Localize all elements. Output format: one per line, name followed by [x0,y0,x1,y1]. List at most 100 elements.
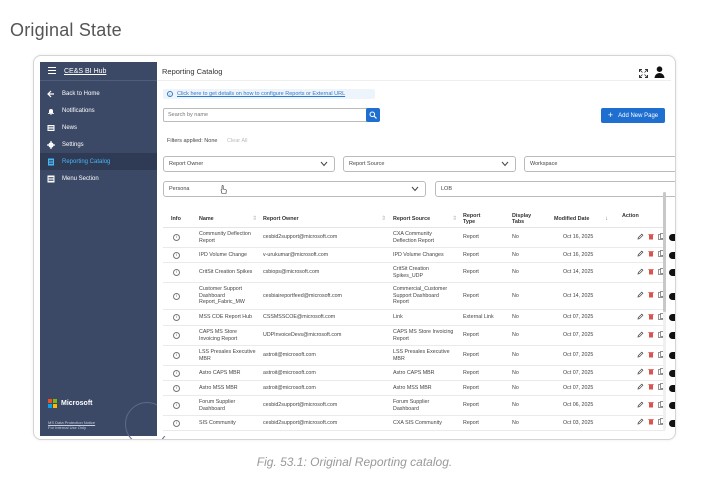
cell-owner: csbiops@microsoft.com [263,269,320,276]
col-header-owner[interactable]: Report Owner [263,210,299,228]
sidebar-app-title[interactable]: CE&S BI Hub [64,68,106,75]
figure-caption: Fig. 53.1: Original Reporting catalog. [256,455,453,469]
delete-icon[interactable] [648,233,654,243]
cell-modified: Oct 14, 2025 [563,269,594,276]
row-actions [637,312,675,323]
edit-icon[interactable] [637,401,644,411]
table-row[interactable]: i Astro MSS MBR astroit@microsoft.com Astro… [163,381,675,396]
edit-icon[interactable] [637,331,644,341]
info-icon[interactable]: i [173,332,180,339]
cell-tabs: No [512,292,519,299]
sidebar-item-menu-section[interactable]: Menu Section [40,170,157,187]
delete-icon[interactable] [648,268,654,278]
delete-icon[interactable] [648,313,654,323]
info-icon[interactable]: i [173,402,180,409]
col-header-info-label: Info [171,216,181,222]
delete-icon[interactable] [648,291,654,301]
col-header-type[interactable]: Report Type [463,210,489,228]
table-row[interactable]: i IPD Volume Change v-urukumar@microsoft.c… [163,248,675,263]
info-icon[interactable]: i [173,292,180,300]
info-icon[interactable]: i [173,269,180,276]
info-icon[interactable]: i [173,369,180,377]
sidebar-item-notifications[interactable]: Notifications [40,102,157,119]
edit-icon[interactable] [637,250,644,260]
info-icon[interactable]: i [173,384,180,392]
info-icon[interactable]: i [173,234,180,241]
col-header-source[interactable]: Report Source [393,210,430,228]
sidebar-item-label: Settings [62,141,84,148]
visibility-toggle[interactable] [669,369,675,377]
visibility-toggle[interactable] [669,402,675,409]
table-row[interactable]: i CritSit Creation Spikes csbiops@microsof… [163,263,675,283]
col-header-tabs-label: Display Tabs [512,213,532,225]
expand-icon[interactable] [639,65,648,83]
cell-source: CXA Community Deflection Report [393,231,434,244]
info-icon[interactable]: i [173,352,180,359]
vertical-scrollbar[interactable] [663,192,666,430]
visibility-toggle[interactable] [669,419,675,427]
report-owner-dropdown[interactable]: Report Owner [163,156,335,172]
delete-icon[interactable] [648,418,654,428]
col-header-name[interactable]: Name [199,210,214,228]
delete-icon[interactable] [648,401,654,411]
sidebar-item-back-to-home[interactable]: Back to Home [40,85,157,102]
row-actions [637,232,675,243]
table-row[interactable]: i Astro CAPS MBR astroit@microsoft.com Astr… [163,366,675,381]
info-icon[interactable]: i [173,251,180,259]
delete-icon[interactable] [648,250,654,260]
delete-icon[interactable] [648,383,654,393]
clear-all-link[interactable]: Clear All [227,138,247,144]
add-new-page-button[interactable]: + Add New Page [601,108,665,123]
visibility-toggle[interactable] [669,384,675,392]
table-row[interactable]: i MSS COE Report Hub CSSMSSCOE@microsoft.c… [163,310,675,326]
edit-icon[interactable] [637,351,644,361]
info-icon[interactable]: i [173,314,180,321]
info-icon[interactable]: i [173,419,180,427]
table-row[interactable]: i Customer Support Dashboard Report_Fabri… [163,283,675,310]
table-row[interactable]: i Community Deflection Report cesbid2suppo… [163,228,675,248]
cell-type: External Link [463,314,494,321]
visibility-toggle[interactable] [669,234,675,241]
edit-icon[interactable] [637,368,644,378]
cell-owner: CSSMSSCOE@microsoft.com [263,314,336,321]
edit-icon[interactable] [637,383,644,393]
search-input[interactable]: Search by name [163,108,374,122]
visibility-toggle[interactable] [669,269,675,276]
configure-help-link[interactable]: Click here to get details on how to conf… [177,91,345,97]
table-row[interactable]: i SIS Community cesbid2support@microsoft.c… [163,416,675,431]
visibility-toggle[interactable] [669,251,675,259]
cell-name: MSS COE Report Hub [199,314,252,321]
delete-icon[interactable] [648,331,654,341]
col-header-modified[interactable]: Modified Date [554,210,589,228]
user-icon[interactable] [654,65,665,83]
visibility-toggle[interactable] [669,352,675,359]
delete-icon[interactable] [648,368,654,378]
edit-icon[interactable] [637,233,644,243]
workspace-dropdown[interactable]: Workspace [524,156,675,172]
cell-tabs: No [512,269,519,276]
edit-icon[interactable] [637,313,644,323]
sidebar-item-settings[interactable]: Settings [40,136,157,153]
edit-icon[interactable] [637,268,644,278]
report-source-dropdown[interactable]: Report Source [343,156,516,172]
sidebar-item-news[interactable]: News [40,119,157,136]
table-row[interactable]: i Forum Supplier Dashboard cesbid2support@… [163,396,675,416]
hamburger-menu-icon[interactable] [48,66,56,76]
sidebar-item-reporting-catalog[interactable]: Reporting Catalog [40,153,157,170]
visibility-toggle[interactable] [669,292,675,300]
scrollbar-thumb[interactable] [663,192,666,312]
persona-dropdown[interactable]: Persona [163,181,426,197]
row-actions [637,350,675,361]
delete-icon[interactable] [648,351,654,361]
visibility-toggle[interactable] [669,314,675,321]
edit-icon[interactable] [637,418,644,428]
visibility-toggle[interactable] [669,332,675,339]
table-row[interactable]: i CAPS MS Store Invoicing Report UDPInvoic… [163,326,675,346]
lob-dropdown[interactable]: LOB [435,181,675,197]
col-header-tabs[interactable]: Display Tabs [512,210,538,228]
cell-type: Report [463,384,479,391]
table-row[interactable]: i LSS Presales Executive MBR astroit@micro… [163,346,675,366]
edit-icon[interactable] [637,291,644,301]
search-button[interactable] [366,108,380,122]
info-banner: i Click here to get details on how to co… [163,89,375,99]
